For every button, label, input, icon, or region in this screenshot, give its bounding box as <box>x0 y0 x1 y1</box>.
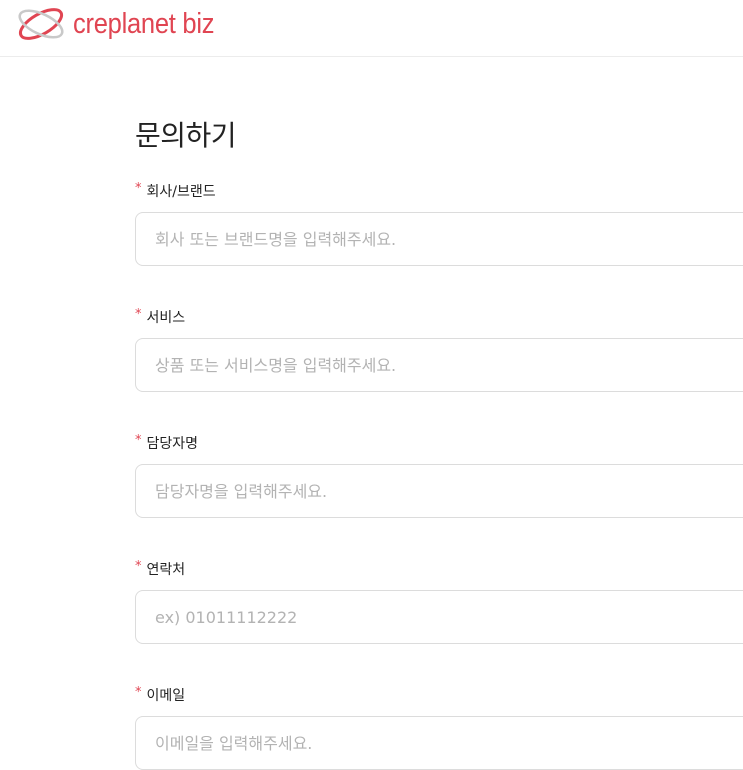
field-label: * 서비스 <box>135 308 743 328</box>
company-brand-input[interactable] <box>135 212 743 266</box>
required-marker: * <box>135 685 142 700</box>
contact-name-input[interactable] <box>135 464 743 518</box>
brand-name: creplanet biz <box>73 7 215 40</box>
required-marker: * <box>135 181 142 196</box>
service-input[interactable] <box>135 338 743 392</box>
required-marker: * <box>135 559 142 574</box>
contact-name-field: * 담당자명 <box>135 434 743 518</box>
field-label-text: 담당자명 <box>146 436 199 452</box>
field-label: * 회사/브랜드 <box>135 182 743 202</box>
company-brand-field: * 회사/브랜드 <box>135 182 743 266</box>
phone-input[interactable] <box>135 590 743 644</box>
field-label-text: 서비스 <box>146 310 186 326</box>
page-title: 문의하기 <box>135 119 237 152</box>
brand-logo[interactable]: creplanet biz <box>16 4 234 44</box>
email-field: * 이메일 <box>135 686 743 770</box>
orbit-logo-icon <box>18 8 64 40</box>
required-marker: * <box>135 307 142 322</box>
field-label: * 연락처 <box>135 560 743 580</box>
field-label-text: 연락처 <box>146 562 186 578</box>
site-header: creplanet biz <box>0 0 743 57</box>
field-label-text: 회사/브랜드 <box>146 184 216 200</box>
phone-field: * 연락처 <box>135 560 743 644</box>
required-marker: * <box>135 433 142 448</box>
field-label: * 이메일 <box>135 686 743 706</box>
field-label: * 담당자명 <box>135 434 743 454</box>
field-label-text: 이메일 <box>146 688 186 704</box>
service-field: * 서비스 <box>135 308 743 392</box>
